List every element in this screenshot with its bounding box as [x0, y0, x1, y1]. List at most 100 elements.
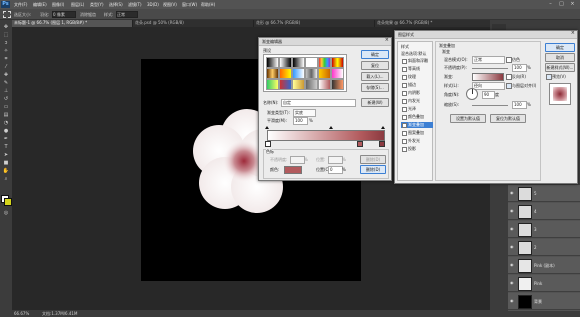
opacity-stop-right[interactable]	[381, 126, 385, 129]
visibility-eye-icon[interactable]: ◉	[510, 208, 514, 213]
hand-icon[interactable]: ✋	[2, 168, 10, 174]
style-item-checkbox[interactable]	[402, 75, 407, 80]
opacity-stop-mid[interactable]	[329, 126, 333, 129]
style-list-item[interactable]: 颜色叠加	[401, 114, 433, 120]
scale-slider[interactable]	[472, 105, 508, 106]
gradient-preset-swatch[interactable]	[331, 79, 344, 90]
gradient-preset-swatch[interactable]	[331, 57, 344, 68]
close-icon[interactable]: ×	[385, 38, 389, 43]
gradient-preset-swatch[interactable]	[292, 79, 305, 90]
gradient-type-select[interactable]: 实底	[293, 109, 316, 117]
menu-view[interactable]: 视图(V)	[163, 2, 177, 7]
opacity-input[interactable]: 100	[512, 64, 527, 72]
cancel-button[interactable]: 取消	[545, 53, 575, 62]
style-list-item[interactable]: 内阴影	[401, 90, 433, 96]
gradient-preview-bar[interactable]	[267, 130, 385, 141]
color-delete-button[interactable]: 删除(D)	[360, 165, 386, 174]
zoom-level[interactable]: 66.67%	[14, 311, 29, 316]
style-item-checkbox[interactable]	[402, 59, 407, 64]
brush-icon[interactable]: ✎	[2, 80, 10, 86]
marquee-icon[interactable]: ⬚	[2, 32, 10, 38]
menu-help[interactable]: 帮助(H)	[201, 2, 215, 7]
stop-location-input[interactable]	[328, 156, 343, 164]
visibility-eye-icon[interactable]: ◉	[510, 244, 514, 249]
layer-row[interactable]: ◉ 4	[508, 203, 580, 220]
quick-mask-icon[interactable]: ◎	[2, 210, 10, 216]
style-item-checkbox[interactable]	[402, 115, 407, 120]
gradient-preset-swatch[interactable]	[266, 79, 279, 90]
gradient-preset-swatch[interactable]	[292, 57, 305, 68]
angle-input[interactable]: 90	[482, 91, 495, 99]
menu-window[interactable]: 窗口(W)	[182, 2, 197, 7]
magic-wand-icon[interactable]: ✧	[2, 48, 10, 54]
color-stop-left[interactable]	[265, 141, 271, 147]
gradient-preset-swatch[interactable]	[318, 68, 331, 79]
gradient-style-select[interactable]: 径向	[472, 82, 505, 90]
minimize-icon[interactable]: –	[546, 1, 555, 7]
style-item-checkbox[interactable]	[402, 67, 407, 72]
stop-delete-button[interactable]: 删除(D)	[360, 155, 386, 164]
angle-dial[interactable]	[466, 88, 478, 100]
gradient-preset-swatch[interactable]	[279, 68, 292, 79]
eraser-icon[interactable]: ▭	[2, 104, 10, 110]
menu-filter[interactable]: 滤镜(T)	[128, 2, 142, 7]
move-tool-icon[interactable]: ✥	[2, 24, 10, 30]
gradient-preset-swatch[interactable]	[292, 68, 305, 79]
style-list-item[interactable]: 描边	[401, 82, 433, 88]
style-item-checkbox[interactable]	[402, 123, 407, 128]
styles-header[interactable]: 样式	[401, 44, 409, 49]
style-item-checkbox[interactable]	[402, 139, 407, 144]
tab-document-3[interactable]: 花形 @ 66.7% (RGB/8)	[254, 20, 375, 27]
style-list-item[interactable]: 光泽	[401, 106, 433, 112]
maximize-icon[interactable]: □	[557, 1, 566, 7]
layer-row[interactable]: ◉ Pink (副本)	[508, 257, 580, 274]
background-color-swatch[interactable]	[4, 198, 12, 206]
gradient-preset-swatch[interactable]	[305, 68, 318, 79]
smoothness-input[interactable]: 100	[293, 117, 308, 125]
style-list-item[interactable]: 内发光	[401, 98, 433, 104]
layer-row[interactable]: ◉ 5	[508, 185, 580, 202]
menu-edit[interactable]: 编辑(E)	[33, 2, 47, 7]
gradient-presets-grid[interactable]	[263, 54, 347, 92]
gradient-preset-swatch[interactable]	[266, 68, 279, 79]
visibility-eye-icon[interactable]: ◉	[510, 262, 514, 267]
path-select-icon[interactable]: ➤	[2, 152, 10, 158]
menu-type[interactable]: 类型(Y)	[90, 2, 104, 7]
visibility-eye-icon[interactable]: ◉	[510, 280, 514, 285]
gradient-preset-swatch[interactable]	[331, 68, 344, 79]
gradient-preset-swatch[interactable]	[305, 79, 318, 90]
close-icon[interactable]: ×	[571, 31, 575, 36]
style-item-checkbox[interactable]	[402, 147, 407, 152]
lasso-icon[interactable]: ↄ	[2, 40, 10, 46]
crop-icon[interactable]: ⌗	[2, 56, 10, 62]
reset-default-button[interactable]: 复位为默认值	[490, 114, 526, 123]
healing-brush-icon[interactable]: ✚	[2, 72, 10, 78]
style-item-checkbox[interactable]	[402, 91, 407, 96]
visibility-eye-icon[interactable]: ◉	[510, 298, 514, 303]
gradient-preset-swatch[interactable]	[305, 57, 318, 68]
style-list-item[interactable]: 图案叠加	[401, 130, 433, 136]
color-stop-right[interactable]	[379, 141, 385, 147]
blur-icon[interactable]: ◔	[2, 120, 10, 126]
menu-image[interactable]: 图像(I)	[52, 2, 64, 7]
layer-row[interactable]: ◉ 2	[508, 239, 580, 256]
color-stop-mid[interactable]	[357, 141, 363, 147]
clone-stamp-icon[interactable]: ⊥	[2, 88, 10, 94]
style-item-checkbox[interactable]	[402, 99, 407, 104]
zoom-icon[interactable]: ⌕	[2, 176, 10, 182]
anti-alias-label[interactable]: 消除锯齿	[80, 12, 96, 17]
gradient-name-input[interactable]: 自定	[281, 99, 356, 107]
gradient-preset-swatch[interactable]	[318, 57, 331, 68]
tab-document-4[interactable]: 花朵效果 @ 66.7% (RGB/8) *	[375, 20, 492, 27]
shape-icon[interactable]: ■	[2, 160, 10, 166]
style-list-item[interactable]: 外发光	[401, 138, 433, 144]
type-icon[interactable]: T	[2, 144, 10, 150]
reset-button[interactable]: 复位	[361, 61, 389, 70]
gradient-swatch[interactable]	[472, 73, 504, 81]
scale-input[interactable]: 100	[512, 101, 527, 109]
style-list-item[interactable]: 斜面和浮雕	[401, 58, 433, 64]
gradient-preset-swatch[interactable]	[318, 79, 331, 90]
style-item-checkbox[interactable]	[402, 107, 407, 112]
blend-options-item[interactable]: 混合选项:默认	[401, 51, 426, 56]
style-list-item[interactable]: 纹理	[401, 74, 433, 80]
